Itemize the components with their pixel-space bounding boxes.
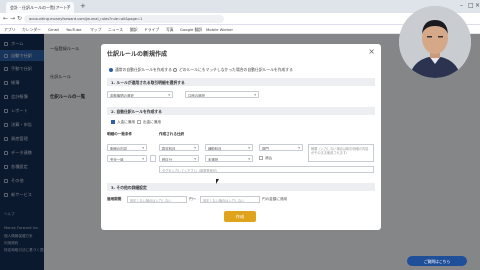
generated-entry-label: 作成される仕訳: [159, 132, 185, 136]
account-title-select[interactable]: 勘定科目 ▾: [159, 144, 199, 151]
chevron-down-icon: ▾: [254, 93, 256, 97]
account-select[interactable]: 口座の選択 ▾: [185, 91, 259, 98]
reload-icon[interactable]: ↻: [17, 15, 22, 22]
back-icon[interactable]: ←: [3, 15, 8, 22]
bookmark[interactable]: マップ: [90, 27, 101, 33]
checkbox-icon: [259, 156, 263, 160]
section-3-header: 3. その他の詳細設定: [107, 183, 375, 191]
tag-input[interactable]: タグを入力してください（複数登録可）: [159, 166, 374, 173]
section-1-header: 1. ルールが適用される取引明細を選択する: [107, 78, 375, 86]
checkbox-label: 入金に適用: [117, 120, 135, 124]
radio-label: どのルールにもマッチしなかった場合の自動仕訳ルールを作成する: [179, 67, 293, 72]
presenter-photo: [399, 6, 471, 78]
create-button[interactable]: 作成: [224, 211, 256, 222]
bookmark[interactable]: 翻訳: [130, 27, 138, 33]
chevron-down-icon: ▾: [298, 146, 300, 150]
radio-selected-icon: [109, 68, 113, 72]
radio-label: 通常の自動仕訳ルールを作成する: [115, 67, 172, 72]
checkbox-reconcile[interactable]: 消込: [259, 156, 272, 161]
select-value: 明細の内容: [110, 147, 127, 151]
checkbox-checked-icon: [111, 120, 115, 124]
browser-tab[interactable]: 会計 - 仕訳ルールの一覧(アート) ×: [6, 2, 74, 13]
match-conditions-label: 明細の一致条件: [107, 132, 133, 136]
bookmark[interactable]: YouTube: [66, 27, 81, 32]
bookmark[interactable]: Google 翻訳: [180, 27, 202, 33]
match-type-select[interactable]: 完全一致 ▾: [107, 155, 147, 162]
browser-tab-bar: 会計 - 仕訳ルールの一覧(アート) × + – □ ×: [0, 0, 480, 13]
checkbox-icon: [137, 120, 141, 124]
checkbox-deposit[interactable]: 入金に適用: [111, 120, 135, 125]
minimize-icon[interactable]: –: [460, 2, 463, 9]
range-suffix: 円の金額に適用: [262, 197, 288, 201]
forward-icon[interactable]: →: [10, 15, 15, 22]
chevron-down-icon: ▾: [142, 146, 144, 150]
amount-max-input[interactable]: 設定しない場合は入力しない: [200, 196, 260, 203]
chevron-down-icon: ▾: [142, 157, 144, 161]
radio-fallback-rule[interactable]: どのルールにもマッチしなかった場合の自動仕訳ルールを作成する: [173, 67, 293, 73]
new-tab-icon[interactable]: +: [80, 2, 86, 10]
unselected-select[interactable]: 未選択 ▾: [205, 155, 253, 162]
bookmark[interactable]: アプリ: [4, 27, 15, 33]
bookmark[interactable]: カレンダー: [22, 27, 41, 33]
select-value: 完全一致: [110, 158, 124, 162]
chevron-down-icon: ▾: [248, 157, 250, 161]
range-separator: 円〜: [189, 197, 197, 201]
radio-icon: [173, 68, 177, 72]
bookmark[interactable]: Mobile Worker: [206, 27, 233, 32]
close-tab-icon[interactable]: ×: [67, 4, 71, 10]
tab-label: 会計 - 仕訳ルールの一覧(アート): [10, 5, 69, 10]
chevron-down-icon: ▾: [248, 146, 250, 150]
match-text-input[interactable]: [150, 155, 156, 162]
match-field-select[interactable]: 明細の内容 ▾: [107, 144, 147, 151]
bookmark[interactable]: 写真: [166, 27, 174, 33]
select-value: 部門: [262, 147, 269, 151]
select-value: 補助科目: [208, 147, 222, 151]
close-window-icon[interactable]: ×: [475, 2, 480, 9]
select-value: 税区分: [162, 158, 173, 162]
new-rule-dialog: 仕訳ルールの新規作成 × 通常の自動仕訳ルールを作成する どのルールにもマッチし…: [101, 44, 381, 230]
select-value: 勘定科目: [162, 147, 176, 151]
period-label: 適用期間: [107, 197, 122, 201]
checkbox-label: 消込: [265, 156, 273, 160]
bookmark[interactable]: ドライブ: [144, 27, 159, 33]
checkbox-label: 出金に適用: [143, 120, 161, 124]
checkbox-withdrawal[interactable]: 出金に適用: [137, 120, 161, 125]
url-input[interactable]: accounting.moneyforward.com/journal_rule…: [24, 15, 224, 23]
department-select[interactable]: 部門 ▾: [259, 144, 303, 151]
select-value: 未選択: [208, 158, 219, 162]
tax-category-select[interactable]: 税区分 ▾: [159, 155, 199, 162]
bookmark[interactable]: Gmail: [48, 27, 59, 32]
select-value: 口座の選択: [188, 94, 205, 98]
chevron-down-icon: ▾: [194, 157, 196, 161]
section-2-header: 2. 自動仕訳ルールを作成する: [107, 107, 375, 115]
webcam-overlay: [399, 6, 471, 78]
dialog-title: 仕訳ルールの新規作成: [107, 51, 168, 58]
chevron-down-icon: ▾: [168, 93, 170, 97]
maximize-icon[interactable]: □: [468, 2, 474, 9]
chevron-down-icon: ▾: [194, 146, 196, 150]
sub-account-select[interactable]: 補助科目 ▾: [205, 144, 253, 151]
mouse-cursor: [216, 179, 219, 184]
amount-min-input[interactable]: 設定しない場合は入力しない: [127, 196, 187, 203]
memo-textarea[interactable]: 摘要（入力しない場合は取引明細の内容がそのまま使用されます）: [308, 144, 374, 162]
bookmark[interactable]: ニュース: [108, 27, 123, 33]
select-value: 金融機関の選択: [110, 94, 134, 98]
radio-normal-rule[interactable]: 通常の自動仕訳ルールを作成する: [109, 67, 172, 73]
close-icon[interactable]: ×: [368, 47, 375, 56]
bank-select[interactable]: 金融機関の選択 ▾: [107, 91, 173, 98]
chat-help-button[interactable]: ご質問はこちら: [407, 256, 467, 266]
